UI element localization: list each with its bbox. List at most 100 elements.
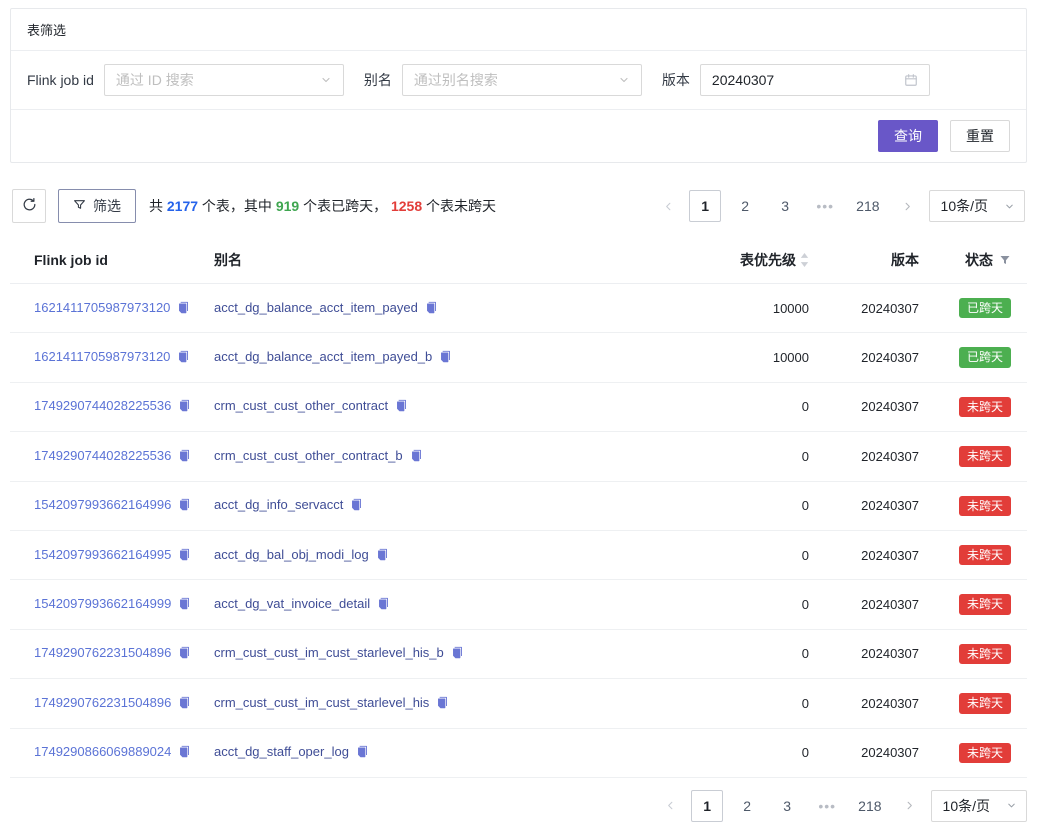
copy-icon[interactable] [356,745,369,761]
priority-cell: 0 [697,679,817,728]
alias-link[interactable]: crm_cust_cust_im_cust_starlevel_his_b [214,645,444,660]
pagination-page[interactable]: 2 [731,790,763,822]
copy-icon[interactable] [178,548,191,564]
refresh-button[interactable] [12,189,46,223]
total-count: 2177 [167,198,198,214]
filter-card-title: 表筛选 [27,23,66,38]
status-badge: 未跨天 [959,743,1011,763]
alias-link[interactable]: crm_cust_cust_other_contract [214,398,388,413]
status-badge: 已跨天 [959,347,1011,367]
copy-icon[interactable] [425,301,438,317]
pagination-page[interactable]: ••• [811,790,843,822]
page-size-select[interactable]: 10条/页 [929,190,1025,222]
table-toolbar: 筛选 共 2177 个表，其中 919 个表已跨天， 1258 个表未跨天 1 … [12,189,1025,223]
copy-icon[interactable] [178,399,191,415]
field-alias: 别名 通过别名搜索 [364,64,642,96]
alias-link[interactable]: acct_dg_staff_oper_log [214,744,349,759]
search-button[interactable]: 查询 [878,120,938,152]
priority-header-label: 表优先级 [740,252,796,268]
flink-job-id-link[interactable]: 1749290762231504896 [34,645,171,660]
status-badge: 未跨天 [959,446,1011,466]
copy-icon[interactable] [451,646,464,662]
pagination-page[interactable]: 218 [849,190,886,222]
alias-link[interactable]: acct_dg_info_servacct [214,497,343,512]
chevron-down-icon [320,74,332,86]
table-row: 1749290762231504896 crm_cust_cust_im_cus… [10,629,1027,678]
version-cell: 20240307 [817,728,927,777]
page-size-select[interactable]: 10条/页 [931,790,1027,822]
copy-icon[interactable] [350,498,363,514]
flink-job-id-link[interactable]: 1542097993662164995 [34,547,171,562]
copy-icon[interactable] [178,597,191,613]
priority-cell: 10000 [697,284,817,333]
flink-job-id-link[interactable]: 1621411705987973120 [34,300,170,315]
copy-icon[interactable] [439,350,452,366]
version-label: 版本 [662,70,690,90]
pagination-page[interactable]: 3 [769,190,801,222]
pagination-page[interactable]: 1 [691,790,723,822]
copy-icon[interactable] [178,449,191,465]
field-version: 版本 [662,64,930,96]
summary-text: 个表未跨天 [422,198,496,214]
alias-link[interactable]: crm_cust_cust_im_cust_starlevel_his [214,695,429,710]
chevron-down-icon [1004,201,1015,212]
chevron-right-icon[interactable] [897,790,923,822]
copy-icon[interactable] [177,301,190,317]
priority-cell: 0 [697,382,817,431]
flink-job-id-link[interactable]: 1749290744028225536 [34,448,171,463]
flink-job-id-link[interactable]: 1621411705987973120 [34,349,170,364]
version-cell: 20240307 [817,679,927,728]
status-filter-funnel-icon[interactable] [999,253,1011,269]
copy-icon[interactable] [377,597,390,613]
copy-icon[interactable] [395,399,408,415]
version-date-value[interactable] [712,72,898,88]
copy-icon[interactable] [178,646,191,662]
alias-link[interactable]: acct_dg_balance_acct_item_payed [214,300,418,315]
filter-toggle-button[interactable]: 筛选 [58,189,136,223]
flink-job-id-select[interactable]: 通过 ID 搜索 [104,64,344,96]
table-body: 1621411705987973120 acct_dg_balance_acct… [10,284,1027,778]
pagination-top: 1 2 3 ••• 218 10条/页 [655,190,1025,222]
alias-select[interactable]: 通过别名搜索 [402,64,642,96]
filter-card: 表筛选 Flink job id 通过 ID 搜索 别名 通过别名搜索 [10,8,1027,163]
table-summary: 共 2177 个表，其中 919 个表已跨天， 1258 个表未跨天 [149,196,496,216]
flink-job-id-link[interactable]: 1749290866069889024 [34,744,171,759]
pagination-page[interactable]: ••• [809,190,841,222]
copy-icon[interactable] [376,548,389,564]
alias-link[interactable]: acct_dg_balance_acct_item_payed_b [214,349,432,364]
priority-cell: 0 [697,580,817,629]
table-row: 1749290744028225536 crm_cust_cust_other_… [10,382,1027,431]
pagination-page[interactable]: 218 [851,790,888,822]
version-date-input[interactable] [700,64,930,96]
flink-job-id-link[interactable]: 1749290744028225536 [34,398,171,413]
alias-link[interactable]: acct_dg_bal_obj_modi_log [214,547,369,562]
copy-icon[interactable] [410,449,423,465]
flink-job-id-link[interactable]: 1542097993662164999 [34,596,171,611]
calendar-icon [904,73,918,87]
table-row: 1749290762231504896 crm_cust_cust_im_cus… [10,679,1027,728]
flink-job-id-link[interactable]: 1749290762231504896 [34,695,171,710]
column-header-version: 版本 [817,237,927,284]
copy-icon[interactable] [178,498,191,514]
pagination-page[interactable]: 3 [771,790,803,822]
chevron-left-icon[interactable] [657,790,683,822]
priority-cell: 10000 [697,333,817,382]
crossed-count: 919 [276,198,299,214]
pagination-page[interactable]: 1 [689,190,721,222]
chevron-left-icon[interactable] [655,190,681,222]
copy-icon[interactable] [436,696,449,712]
copy-icon[interactable] [178,745,191,761]
copy-icon[interactable] [178,696,191,712]
table-row: 1542097993662164995 acct_dg_bal_obj_modi… [10,530,1027,579]
column-header-priority[interactable]: 表优先级 [697,237,817,284]
alias-link[interactable]: acct_dg_vat_invoice_detail [214,596,370,611]
reset-button[interactable]: 重置 [950,120,1010,152]
column-header-flink-job-id: Flink job id [10,237,206,284]
alias-link[interactable]: crm_cust_cust_other_contract_b [214,448,403,463]
field-flink-job-id: Flink job id 通过 ID 搜索 [27,64,344,96]
flink-job-id-link[interactable]: 1542097993662164996 [34,497,171,512]
chevron-right-icon[interactable] [895,190,921,222]
copy-icon[interactable] [177,350,190,366]
pagination-page[interactable]: 2 [729,190,761,222]
version-cell: 20240307 [817,382,927,431]
